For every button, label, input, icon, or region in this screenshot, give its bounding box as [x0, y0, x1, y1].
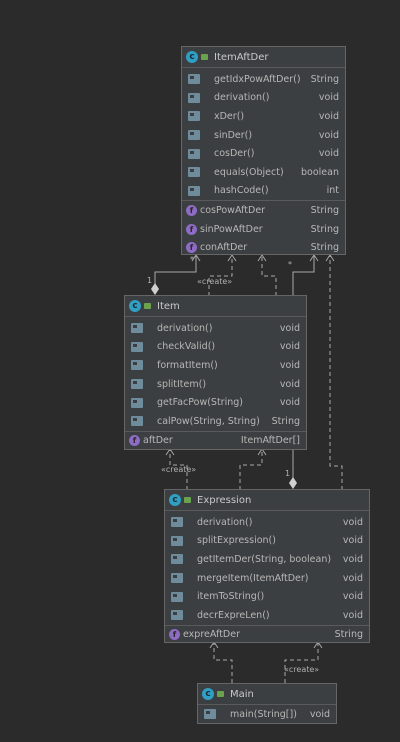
create-label-main: «create»: [284, 665, 320, 674]
method-icon: [131, 341, 143, 352]
field-icon: f: [169, 629, 180, 641]
field-icon: f: [186, 223, 197, 235]
method-icon: [171, 610, 183, 621]
class-header: c ItemAftDer: [182, 47, 345, 68]
method-icon: [171, 573, 183, 584]
method-icon: [188, 111, 200, 122]
class-header: c Main: [198, 684, 336, 705]
class-name: ItemAftDer: [214, 51, 269, 63]
composition-diamond-item: [151, 283, 159, 295]
method-row[interactable]: derivation() void: [165, 513, 369, 532]
create-label-item: «create»: [197, 277, 233, 286]
method-row[interactable]: derivation() void: [182, 89, 345, 108]
multiplicity-one-item: 1: [147, 276, 153, 285]
method-row[interactable]: formatItem() void: [125, 356, 306, 375]
method-row[interactable]: main(String[]) void: [198, 705, 336, 724]
class-item[interactable]: c Item derivation() void checkValid() void…: [124, 295, 307, 450]
class-header: c Expression: [165, 490, 369, 511]
method-row[interactable]: getFacPow(String) void: [125, 393, 306, 412]
method-row[interactable]: getItemDer(String, boolean) void: [165, 550, 369, 569]
method-icon: [188, 130, 200, 141]
field-row[interactable]: f cosPowAftDer String: [182, 201, 345, 220]
method-icon: [131, 360, 143, 371]
multiplicity-star-expression: *: [288, 260, 292, 269]
method-row[interactable]: sinDer() void: [182, 126, 345, 145]
field-icon: f: [186, 204, 197, 216]
method-row[interactable]: decrExpreLen() void: [165, 606, 369, 625]
method-row[interactable]: xDer() void: [182, 107, 345, 126]
create-line-main: [284, 643, 319, 683]
lock-icon: [217, 691, 224, 697]
method-icon: [131, 397, 143, 408]
method-icon: [188, 167, 200, 178]
multiplicity-one-expression: 1: [285, 469, 291, 478]
composition-diamond-expression: [289, 477, 297, 489]
dependency-line-main: [213, 643, 233, 683]
method-icon: [188, 148, 200, 159]
field-icon: f: [129, 435, 140, 447]
field-icon: f: [186, 242, 197, 254]
method-icon: [171, 535, 183, 546]
method-icon: [171, 554, 183, 565]
field-row[interactable]: f sinPowAftDer String: [182, 220, 345, 239]
lock-icon: [201, 54, 208, 60]
dependency-line-expression-item: [239, 450, 263, 490]
method-icon: [171, 517, 183, 528]
class-header: c Item: [125, 296, 306, 317]
field-row[interactable]: f aftDer ItemAftDer[]: [125, 432, 306, 451]
field-row[interactable]: f conAftDer String: [182, 238, 345, 257]
class-icon: c: [169, 494, 181, 506]
method-row[interactable]: splitExpression() void: [165, 532, 369, 551]
method-row[interactable]: calPow(String, String) String: [125, 412, 306, 431]
class-itemaftder[interactable]: c ItemAftDer getIdxPowAftDer() String der…: [181, 46, 346, 255]
method-row[interactable]: splitItem() void: [125, 375, 306, 394]
method-icon: [188, 74, 200, 85]
method-icon: [131, 379, 143, 390]
class-name: Expression: [197, 494, 252, 506]
method-row[interactable]: derivation() void: [125, 319, 306, 338]
method-row[interactable]: hashCode() int: [182, 182, 345, 201]
method-icon: [188, 185, 200, 196]
method-icon: [204, 709, 216, 720]
dependency-line-item: [261, 256, 277, 296]
method-row[interactable]: itemToString() void: [165, 587, 369, 606]
create-label-expression: «create»: [161, 465, 197, 474]
create-line-item: [208, 256, 233, 296]
class-icon: c: [129, 300, 141, 312]
class-main[interactable]: c Main main(String[]) void: [197, 683, 337, 724]
method-icon: [188, 92, 200, 103]
method-row[interactable]: equals(Object) boolean: [182, 163, 345, 182]
class-icon: c: [186, 51, 198, 63]
class-name: Item: [157, 300, 180, 312]
method-icon: [171, 591, 183, 602]
class-icon: c: [202, 688, 214, 700]
method-icon: [131, 416, 143, 427]
dependency-line-expression: [329, 256, 343, 490]
method-row[interactable]: cosDer() void: [182, 144, 345, 163]
lock-icon: [144, 303, 151, 309]
lock-icon: [184, 497, 191, 503]
class-name: Main: [230, 688, 254, 700]
method-row[interactable]: mergeItem(ItemAftDer) void: [165, 569, 369, 588]
field-row[interactable]: f expreAftDer String: [165, 626, 369, 645]
method-row[interactable]: getIdxPowAftDer() String: [182, 70, 345, 89]
class-expression[interactable]: c Expression derivation() void splitExpre…: [164, 489, 370, 643]
method-icon: [131, 323, 143, 334]
method-row[interactable]: checkValid() void: [125, 338, 306, 357]
